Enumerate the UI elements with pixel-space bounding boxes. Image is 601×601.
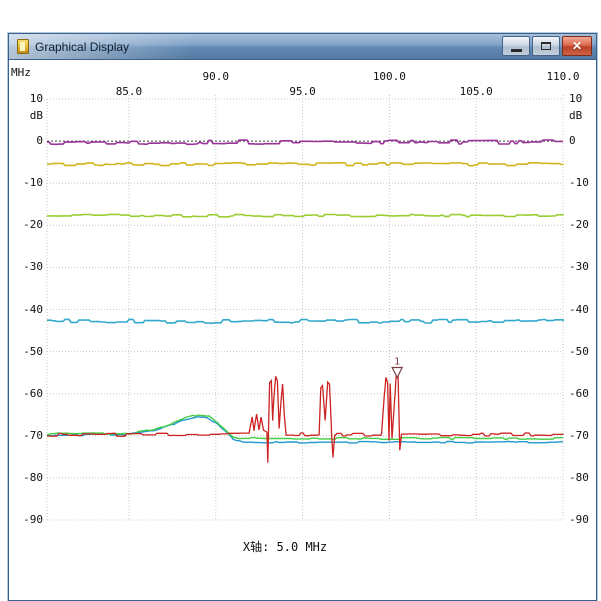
trace-yellowgreen [47,213,564,218]
y-tick-label-left: -70 [23,428,43,442]
y-tick-label-right: 10 [569,92,583,105]
marker-triangle-icon [391,366,404,379]
spectrum-plot: 1 [46,95,564,521]
graphical-display-window: Graphical Display ✕ MHz dB dB 85.0 90.0 95… [8,33,597,601]
y-tick-label-right: -50 [569,344,589,358]
trace-cyan [47,318,564,324]
y-tick-label-left: -50 [23,344,43,358]
close-icon: ✕ [571,39,583,53]
x-tick-label: 95.0 [289,85,316,98]
y-tick-label-right: -90 [569,513,589,526]
y-tick-label-right: -10 [569,176,589,190]
y-axis-unit-label-right: dB [569,109,583,122]
window-title: Graphical Display [35,39,130,54]
x-tick-label: 105.0 [459,85,493,98]
y-tick-label-left: -20 [23,218,43,232]
x-tick-label: 85.0 [115,85,143,98]
y-tick-label-left: -40 [23,302,43,316]
x-axis-unit-label: MHz [11,66,31,79]
trace-gold [47,161,564,167]
chart-area: MHz dB dB 85.0 90.0 95.0 100.0 105.0 110.0 10… [9,60,596,600]
x-tick-label: 90.0 [202,70,230,83]
y-tick-label-right: -40 [569,302,589,316]
y-tick-label-left: -90 [23,513,43,526]
y-tick-label-left: -30 [23,260,43,274]
y-tick-label-right: -20 [569,218,589,232]
marker-label: 1 [394,356,400,367]
y-tick-label-left: -10 [23,176,43,190]
y-tick-label-right: -80 [569,470,589,484]
maximize-icon [541,42,551,50]
y-tick-label-right: -70 [569,428,589,442]
maximize-button[interactable] [532,36,560,56]
x-axis-span-label: X轴: 5.0 MHz [242,540,328,554]
y-tick-label-left: -60 [23,386,43,400]
y-tick-label-right: -60 [569,386,589,400]
minimize-button[interactable] [502,36,530,56]
trace-red [47,370,564,463]
x-tick-label: 110.0 [546,70,580,83]
y-axis-unit-label-left: dB [29,109,43,122]
x-tick-label: 100.0 [372,70,406,83]
y-tick-label-left: -80 [23,470,43,484]
minimize-icon [510,49,522,52]
close-button[interactable]: ✕ [562,36,592,56]
window-controls: ✕ [502,36,592,56]
app-icon [17,39,29,54]
title-bar[interactable]: Graphical Display ✕ [9,34,596,60]
y-tick-label-left: 10 [29,92,43,105]
y-tick-label-right: 0 [569,134,576,148]
y-tick-label-left: 0 [36,134,43,148]
y-tick-label-right: -30 [569,260,589,274]
